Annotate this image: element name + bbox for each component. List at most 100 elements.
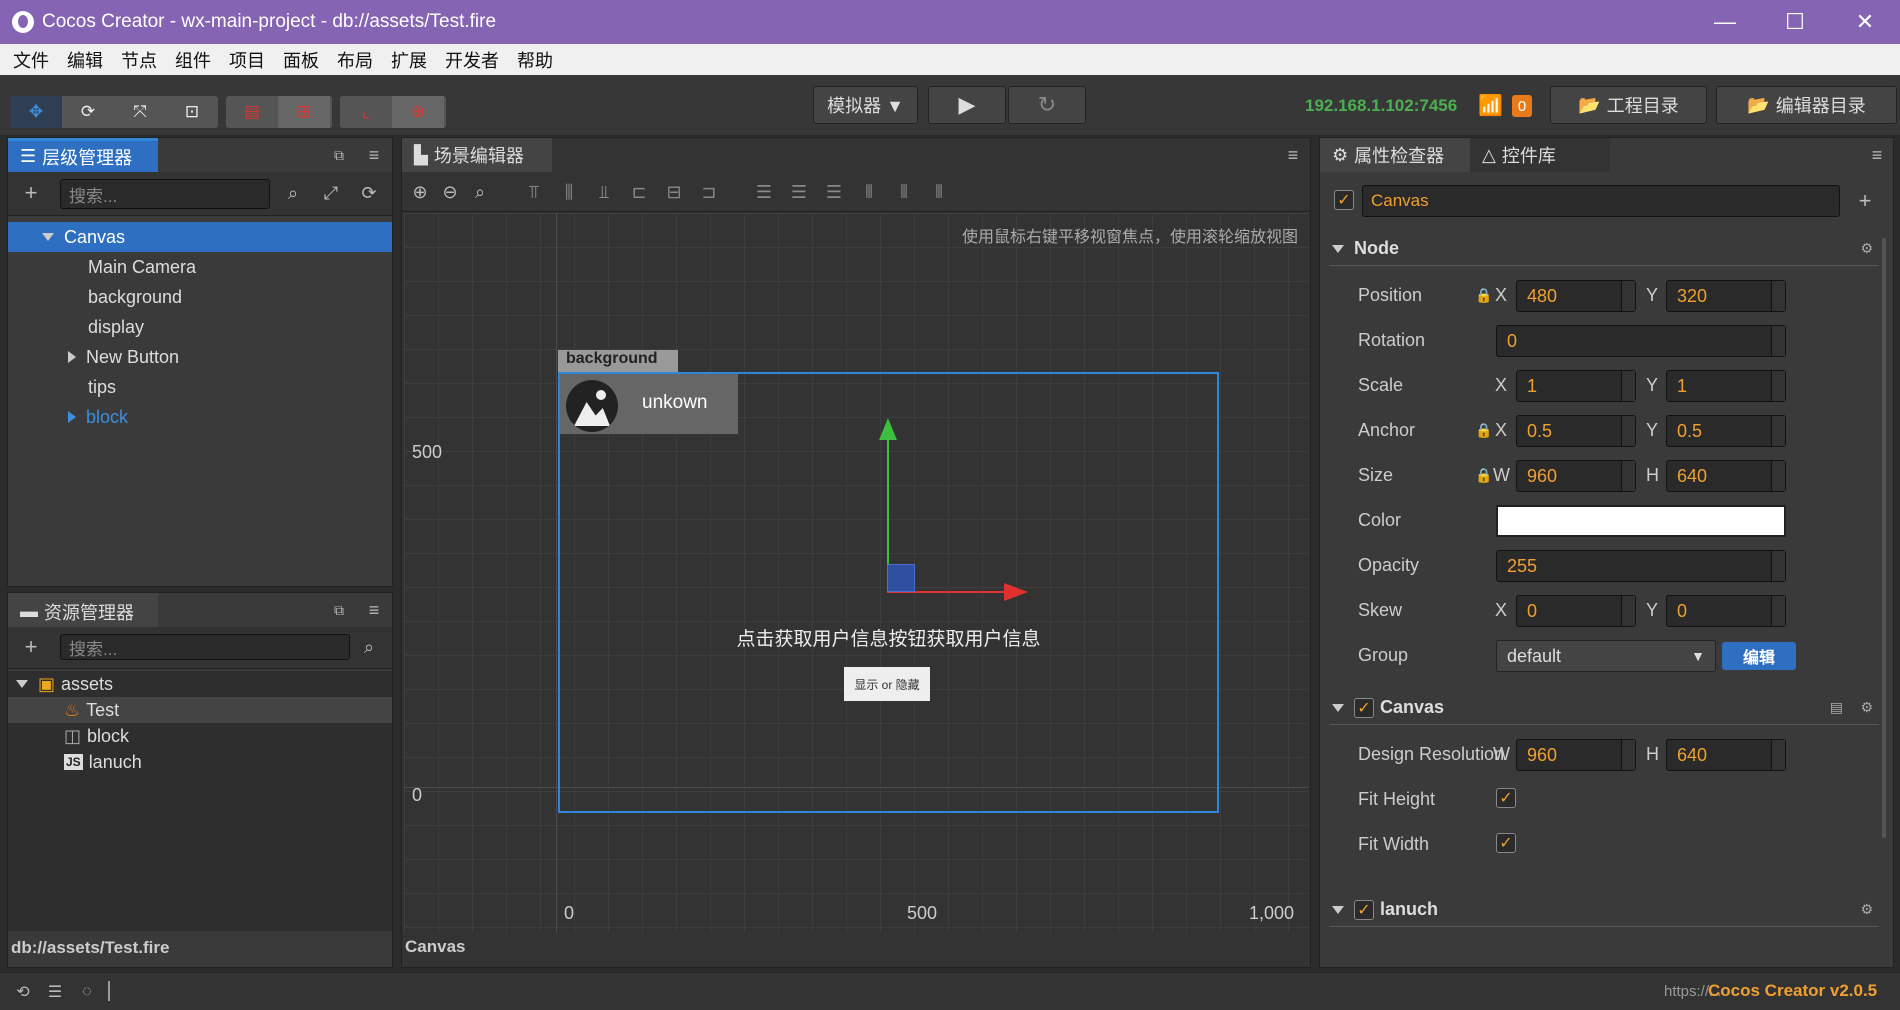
design-w-input[interactable]: 960	[1516, 739, 1636, 771]
tree-item-canvas[interactable]: Canvas	[8, 222, 392, 252]
preview-ip[interactable]: 192.168.1.102:7456	[1305, 96, 1457, 116]
global-coord-icon[interactable]: ⊕	[392, 96, 444, 128]
scene-tab[interactable]: ▙ 场景编辑器	[402, 138, 552, 172]
assets-search-input[interactable]: 搜索...	[60, 634, 350, 660]
distribute-right-icon[interactable]: ⫴	[927, 180, 951, 204]
size-h-input[interactable]: 640	[1666, 460, 1786, 492]
lock-icon[interactable]: 🔒	[1475, 287, 1492, 304]
color-swatch[interactable]	[1496, 505, 1786, 537]
align-bottom-icon[interactable]: ⫫	[592, 180, 616, 204]
asset-item-block[interactable]: ◫ block	[8, 723, 392, 749]
menu-icon[interactable]: ≡	[363, 599, 385, 621]
menu-edit[interactable]: 编辑	[58, 47, 112, 73]
hierarchy-search-input[interactable]: 搜索...	[60, 179, 270, 209]
distribute-bottom-icon[interactable]: ☰	[822, 180, 846, 204]
menu-developer[interactable]: 开发者	[436, 47, 508, 73]
chevron-down-icon[interactable]	[1332, 244, 1344, 253]
add-component-icon[interactable]: +	[1852, 188, 1878, 214]
lanuch-section-header[interactable]: ✓ lanuch ⚙	[1330, 893, 1879, 927]
menu-project[interactable]: 项目	[220, 47, 274, 73]
expand-icon[interactable]: ⤢	[318, 180, 344, 206]
menu-extension[interactable]: 扩展	[382, 47, 436, 73]
align-right-icon[interactable]: ⊐	[697, 180, 721, 204]
node-label-background[interactable]: background	[558, 350, 678, 372]
canvas-section-header[interactable]: ✓ Canvas ▤ ⚙	[1330, 691, 1879, 725]
menu-icon[interactable]: ≡	[1282, 144, 1304, 166]
minimize-button[interactable]: —	[1690, 0, 1760, 44]
arrow-up-icon[interactable]	[879, 418, 897, 440]
fit-width-checkbox[interactable]: ✓	[1496, 833, 1516, 853]
chevron-down-icon[interactable]	[42, 233, 54, 241]
lock-icon[interactable]: 🔒	[1475, 467, 1492, 484]
move-tool-icon[interactable]: ✥	[10, 96, 62, 128]
scale-tool-icon[interactable]: ⤧	[114, 96, 166, 128]
asset-item-assets[interactable]: ▣ assets	[8, 671, 392, 697]
gizmo-center[interactable]	[887, 564, 915, 592]
design-h-input[interactable]: 640	[1666, 739, 1786, 771]
close-button[interactable]: ✕	[1830, 0, 1900, 44]
chevron-down-icon[interactable]	[1332, 905, 1344, 914]
group-select[interactable]: default ▼	[1496, 640, 1716, 672]
gear-icon[interactable]: ⚙	[1860, 240, 1873, 257]
center-tool-icon[interactable]: ⊞	[278, 96, 330, 128]
align-top-icon[interactable]: ⫪	[522, 180, 546, 204]
project-dir-button[interactable]: 📂 工程目录	[1550, 86, 1707, 124]
toggle-display-button[interactable]: 显示 or 隐藏	[844, 667, 930, 701]
chevron-down-icon[interactable]	[1332, 703, 1344, 712]
node-section-header[interactable]: Node ⚙	[1330, 232, 1879, 266]
rotate-tool-icon[interactable]: ⟳	[62, 96, 114, 128]
position-y-input[interactable]: 320	[1666, 280, 1786, 312]
tree-item-block[interactable]: block	[8, 402, 392, 432]
node-name-input[interactable]: Canvas	[1362, 185, 1840, 217]
size-w-input[interactable]: 960	[1516, 460, 1636, 492]
zoom-out-icon[interactable]: ⊖	[438, 180, 462, 204]
arrow-right-icon[interactable]	[1004, 583, 1028, 601]
tree-item-new-button[interactable]: New Button	[8, 342, 392, 372]
scale-x-input[interactable]: 1	[1516, 370, 1636, 402]
anchor-y-input[interactable]: 0.5	[1666, 415, 1786, 447]
lock-icon[interactable]: 🔒	[1475, 422, 1492, 439]
refresh-icon[interactable]: ⟳	[356, 180, 382, 206]
add-icon[interactable]: +	[18, 634, 44, 660]
popout-icon[interactable]: ⧉	[328, 144, 350, 166]
canvas-node-rect[interactable]: unkown 点击获取用户信息按钮获取用户信息 显示 or 隐藏	[558, 372, 1219, 813]
zoom-in-icon[interactable]: ⊕	[408, 180, 432, 204]
sync-icon[interactable]: ⟲	[12, 981, 34, 1003]
distribute-left-icon[interactable]: ⫴	[857, 180, 881, 204]
menu-help[interactable]: 帮助	[508, 47, 562, 73]
tree-item-display[interactable]: display	[8, 312, 392, 342]
hierarchy-tab[interactable]: ☰ 层级管理器	[8, 138, 158, 172]
skew-x-input[interactable]: 0	[1516, 595, 1636, 627]
search-icon[interactable]: ⌕	[280, 180, 306, 206]
inspector-tab[interactable]: ⚙ 属性检查器	[1320, 138, 1470, 172]
tree-item-main-camera[interactable]: Main Camera	[8, 252, 392, 282]
distribute-vcenter-icon[interactable]: ☰	[787, 180, 811, 204]
menu-icon[interactable]: ≡	[363, 144, 385, 166]
hidden-icon[interactable]: ◌	[76, 981, 98, 1003]
maximize-button[interactable]: ☐	[1760, 0, 1830, 44]
assets-tab[interactable]: ▬ 资源管理器	[8, 593, 158, 627]
scene-viewport[interactable]: 使用鼠标右键平移视窗焦点，使用滚轮缩放视图 500 0 0 500 1,000 …	[404, 213, 1308, 933]
tree-item-background[interactable]: background	[8, 282, 392, 312]
tree-item-tips[interactable]: tips	[8, 372, 392, 402]
node-active-checkbox[interactable]: ✓	[1334, 190, 1354, 210]
menu-panel[interactable]: 面板	[274, 47, 328, 73]
book-icon[interactable]: ▤	[1830, 699, 1843, 716]
opacity-input[interactable]: 255	[1496, 550, 1786, 582]
fit-height-checkbox[interactable]: ✓	[1496, 788, 1516, 808]
database-icon[interactable]: ☰	[44, 981, 66, 1003]
asset-item-test[interactable]: ♨ Test	[8, 697, 392, 723]
menu-icon[interactable]: ≡	[1866, 144, 1888, 166]
position-x-input[interactable]: 480	[1516, 280, 1636, 312]
add-icon[interactable]: +	[18, 180, 44, 206]
group-edit-button[interactable]: 编辑	[1722, 642, 1796, 670]
rotation-input[interactable]: 0	[1496, 325, 1786, 357]
align-left-icon[interactable]: ⊏	[627, 180, 651, 204]
menu-component[interactable]: 组件	[166, 47, 220, 73]
chevron-right-icon[interactable]	[68, 411, 76, 423]
skew-y-input[interactable]: 0	[1666, 595, 1786, 627]
popout-icon[interactable]: ⧉	[328, 599, 350, 621]
distribute-top-icon[interactable]: ☰	[752, 180, 776, 204]
menu-layout[interactable]: 布局	[328, 47, 382, 73]
pivot-tool-icon[interactable]: ▤	[226, 96, 278, 128]
